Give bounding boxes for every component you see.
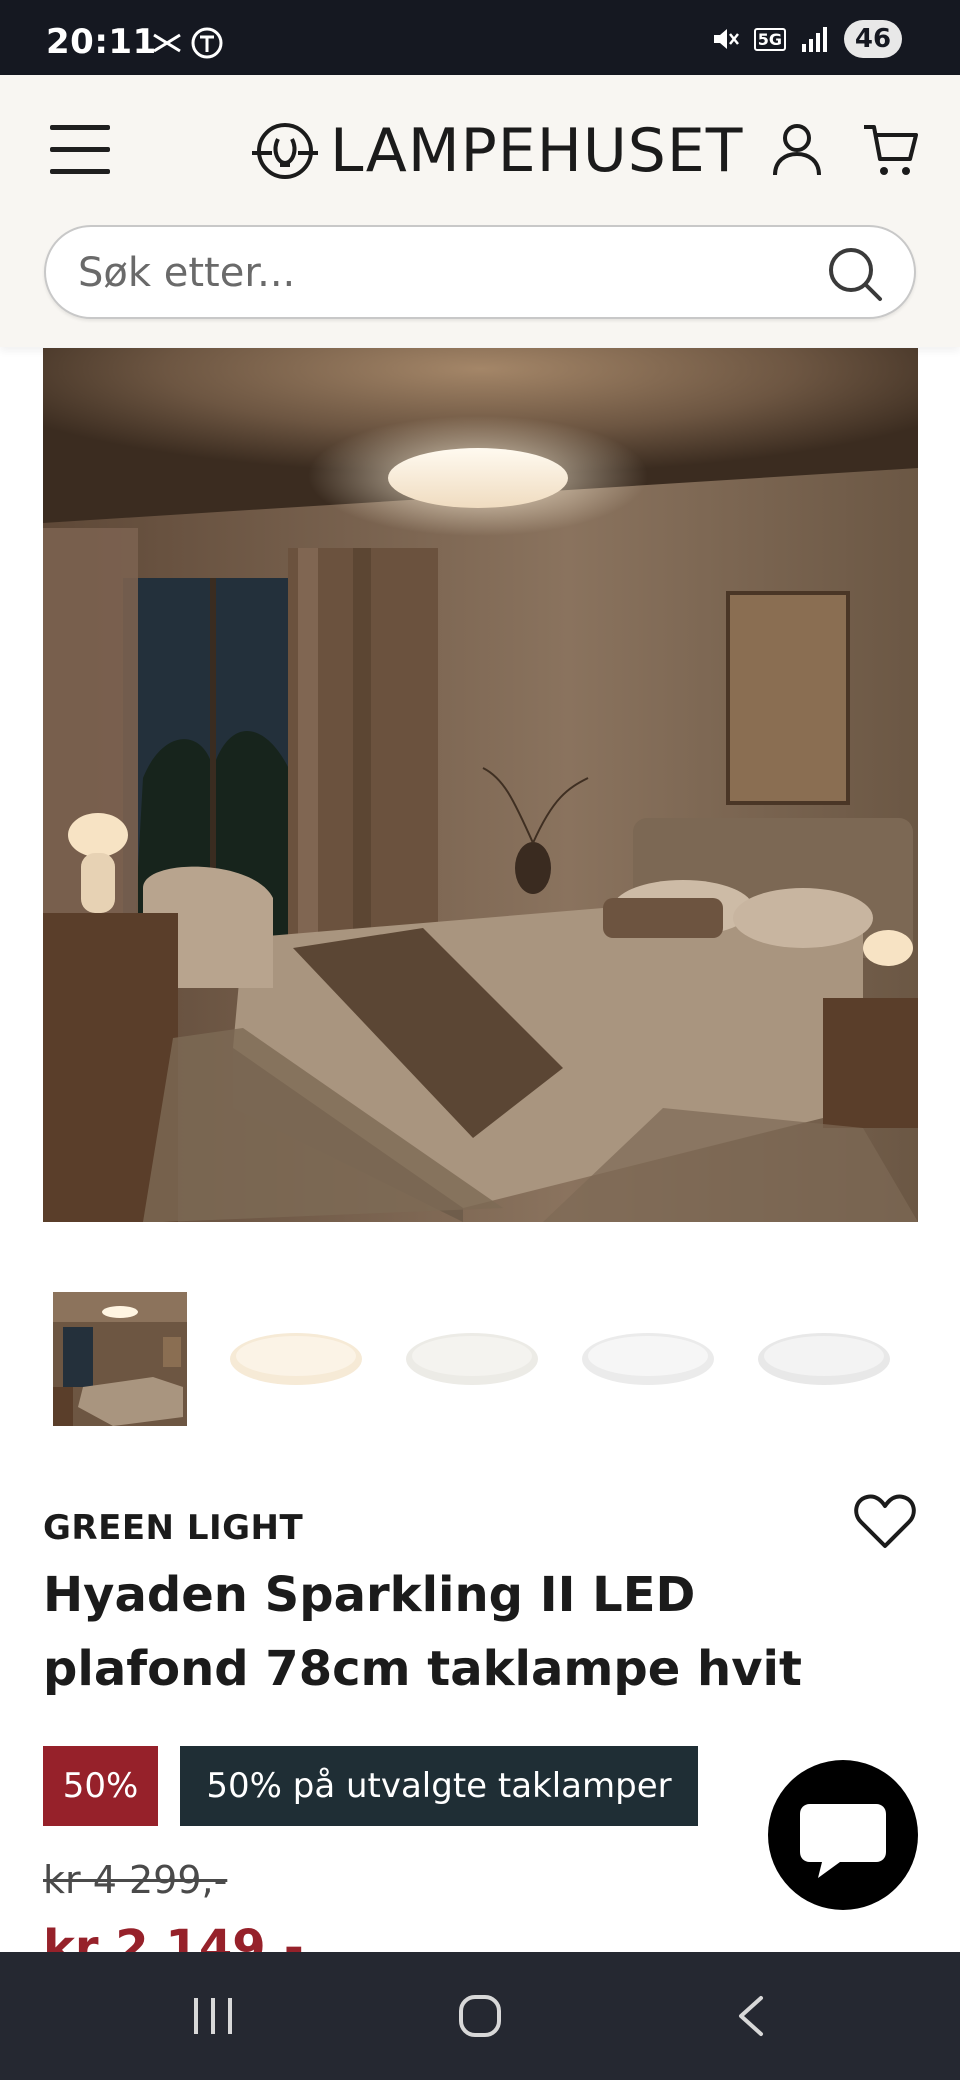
logo-bulb-icon bbox=[252, 123, 318, 179]
status-notification-icons bbox=[150, 26, 224, 60]
promo-badge[interactable]: 50% på utvalgte taklamper bbox=[180, 1746, 698, 1826]
battery-indicator: 46 bbox=[844, 20, 902, 58]
thumbnail-3[interactable] bbox=[405, 1292, 539, 1426]
t-circle-icon bbox=[191, 27, 223, 59]
discount-badge: 50% bbox=[43, 1746, 158, 1826]
app-frame: 20:11 5G 46 LAMPEHUSET Søk etter... GREE… bbox=[0, 0, 960, 2080]
search-icon[interactable] bbox=[826, 245, 884, 303]
thumbnail-5[interactable] bbox=[757, 1292, 891, 1426]
back-icon[interactable] bbox=[735, 1994, 765, 2038]
mute-icon bbox=[713, 29, 739, 49]
logo-text: LAMPEHUSET bbox=[330, 116, 744, 186]
search-bar bbox=[44, 225, 916, 319]
chat-icon bbox=[800, 1804, 886, 1878]
chat-button[interactable] bbox=[768, 1760, 918, 1910]
status-time: 20:11 bbox=[46, 22, 157, 62]
product-brand[interactable]: GREEN LIGHT bbox=[43, 1508, 303, 1548]
recent-apps-icon[interactable] bbox=[190, 1996, 236, 2036]
old-price: kr 4 299,- bbox=[43, 1858, 228, 1902]
site-header: LAMPEHUSET bbox=[0, 75, 960, 347]
heart-icon[interactable] bbox=[853, 1492, 917, 1552]
cart-icon[interactable] bbox=[862, 121, 920, 179]
signal-icon bbox=[802, 27, 827, 52]
network-type: 5G bbox=[753, 27, 786, 51]
status-system-icons: 5G 46 bbox=[710, 20, 902, 58]
thumbnail-1[interactable] bbox=[53, 1292, 187, 1426]
product-main-image[interactable] bbox=[43, 348, 918, 1222]
user-icon[interactable] bbox=[770, 121, 824, 179]
thumbnail-2[interactable] bbox=[229, 1292, 363, 1426]
status-bar: 20:11 5G 46 bbox=[0, 0, 960, 75]
search-input[interactable] bbox=[78, 247, 818, 299]
site-logo[interactable]: LAMPEHUSET bbox=[250, 113, 743, 189]
product-title: Hyaden Sparkling II LED plafond 78cm tak… bbox=[43, 1567, 802, 1697]
bluetooth-like-icon bbox=[153, 33, 181, 53]
home-icon[interactable] bbox=[458, 1994, 502, 2038]
thumbnail-strip bbox=[53, 1292, 903, 1426]
bedroom-photo bbox=[43, 348, 918, 1222]
thumbnail-4[interactable] bbox=[581, 1292, 715, 1426]
menu-icon[interactable] bbox=[50, 125, 110, 177]
system-nav-bar bbox=[0, 1952, 960, 2080]
